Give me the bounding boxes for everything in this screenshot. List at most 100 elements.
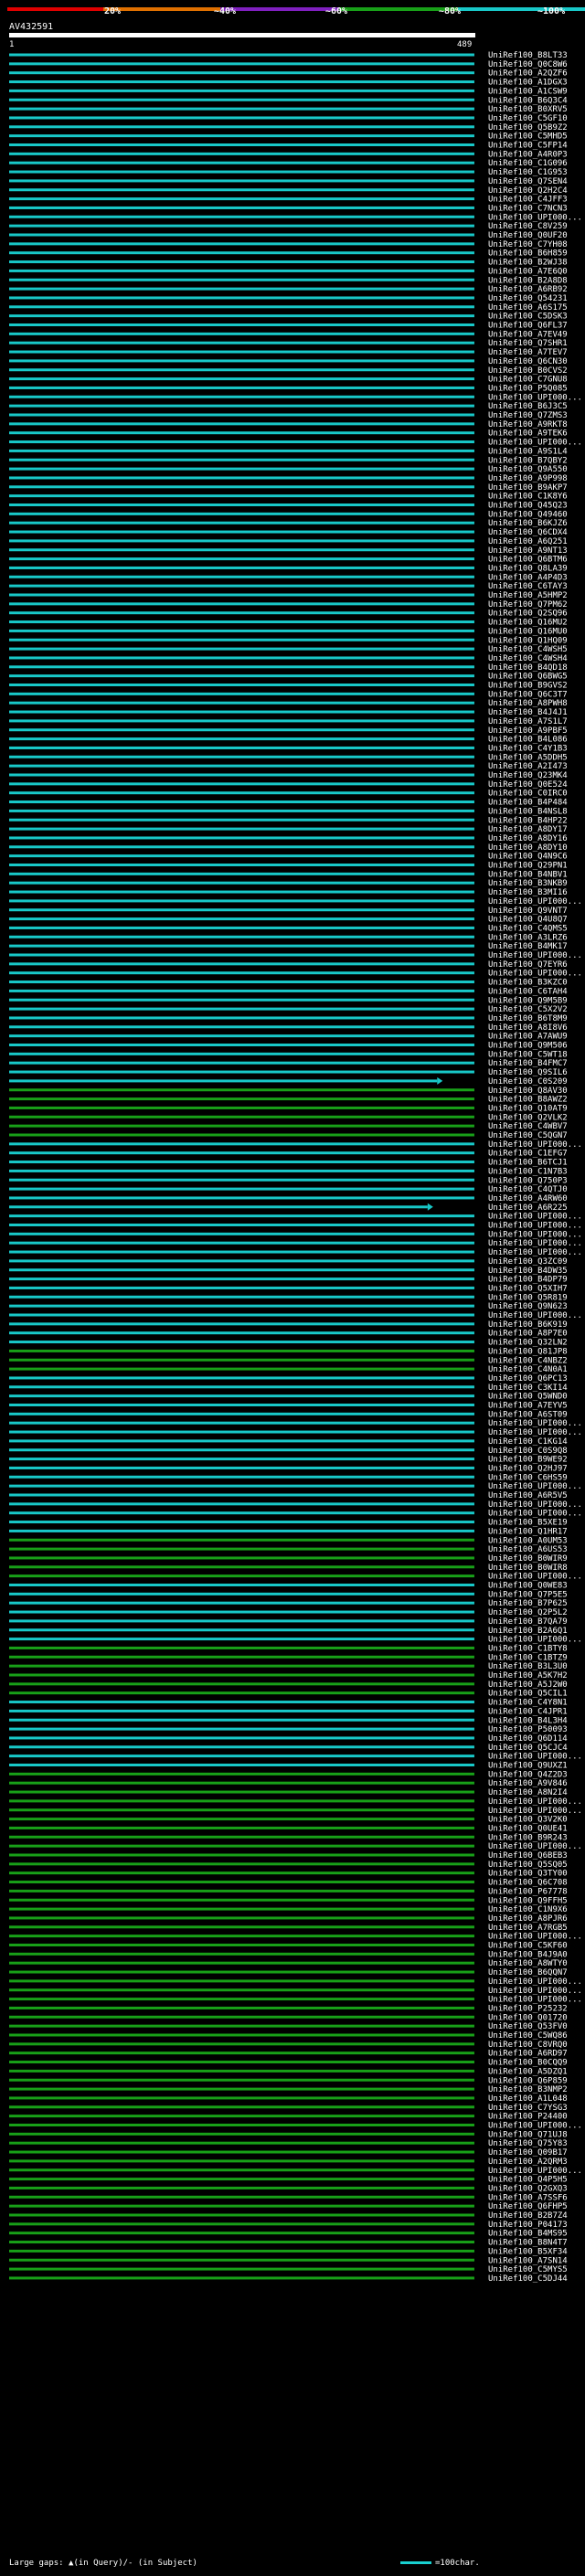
hit-label[interactable]: UniRef100_Q9M5B9	[488, 996, 568, 1005]
hit-label[interactable]: UniRef100_C4QTJ0	[488, 1185, 568, 1194]
hit-label[interactable]: UniRef100_Q7SEN4	[488, 177, 568, 186]
hit-label[interactable]: UniRef100_Q5R819	[488, 1293, 568, 1302]
hit-label[interactable]: UniRef100_Q4Z2D3	[488, 1770, 568, 1779]
hit-label[interactable]: UniRef100_C5DJ44	[488, 2274, 568, 2284]
hit-bar[interactable]	[9, 548, 474, 552]
hit-label[interactable]: UniRef100_C5MYS5	[488, 2265, 568, 2274]
hit-bar[interactable]	[9, 1322, 474, 1326]
hit-bar[interactable]	[9, 584, 474, 588]
hit-bar[interactable]	[9, 1025, 474, 1029]
hit-bar[interactable]	[9, 1935, 474, 1938]
hit-bar[interactable]	[9, 1376, 474, 1380]
hit-label[interactable]: UniRef100_A3LRZ6	[488, 933, 568, 942]
hit-label[interactable]: UniRef100_C1KG14	[488, 1437, 568, 1447]
hit-label[interactable]: UniRef100_P04173	[488, 2221, 568, 2230]
hit-bar[interactable]	[9, 1862, 474, 1866]
hit-bar[interactable]	[9, 530, 474, 534]
hit-bar[interactable]	[9, 1844, 474, 1848]
hit-label[interactable]: UniRef100_Q9M506	[488, 1042, 568, 1051]
hit-label[interactable]: UniRef100_B3KZC0	[488, 979, 568, 988]
hit-bar[interactable]	[9, 1430, 474, 1434]
hit-label[interactable]: UniRef100_C7NCN3	[488, 204, 568, 213]
hit-label[interactable]: UniRef100_UPI000...	[488, 1248, 582, 1257]
hit-bar[interactable]	[9, 485, 474, 489]
hit-bar[interactable]	[9, 1584, 474, 1586]
hit-label[interactable]: UniRef100_A8DY10	[488, 843, 568, 853]
hit-bar[interactable]	[9, 566, 474, 569]
hit-bar[interactable]	[9, 719, 474, 723]
hit-label[interactable]: UniRef100_B6K919	[488, 1320, 568, 1330]
hit-bar[interactable]	[9, 1592, 474, 1595]
hit-label[interactable]: UniRef100_Q9VNT7	[488, 906, 568, 916]
hit-bar[interactable]	[9, 1277, 474, 1281]
hit-label[interactable]: UniRef100_C1BTY8	[488, 1644, 568, 1653]
hit-bar[interactable]	[9, 1709, 474, 1712]
hit-label[interactable]: UniRef100_C4Y8N1	[488, 1699, 568, 1708]
hit-bar[interactable]	[9, 1295, 474, 1299]
hit-label[interactable]: UniRef100_A6S175	[488, 303, 568, 313]
hit-label[interactable]: UniRef100_B4MS95	[488, 2230, 568, 2239]
hit-bar[interactable]	[9, 2015, 474, 2019]
hit-bar[interactable]	[9, 1511, 474, 1515]
hit-label[interactable]: UniRef100_A8P7E0	[488, 1330, 568, 1339]
hit-label[interactable]: UniRef100_Q6CN30	[488, 357, 568, 366]
hit-label[interactable]: UniRef100_B0WIR9	[488, 1554, 568, 1564]
hit-label[interactable]: UniRef100_C4WSH4	[488, 654, 568, 663]
hit-bar[interactable]	[9, 2249, 474, 2253]
hit-bar[interactable]	[9, 1232, 474, 1235]
hit-label[interactable]: UniRef100_C7YSG3	[488, 2104, 568, 2113]
hit-label[interactable]: UniRef100_Q3V2K0	[488, 1816, 568, 1825]
hit-label[interactable]: UniRef100_B4J9A0	[488, 1950, 568, 1959]
hit-bar[interactable]	[9, 386, 474, 389]
hit-label[interactable]: UniRef100_A9PBF5	[488, 726, 568, 736]
hit-bar[interactable]	[9, 1268, 474, 1272]
hit-bar[interactable]	[9, 2258, 474, 2262]
hit-bar[interactable]	[9, 1628, 474, 1632]
hit-label[interactable]: UniRef100_Q09B17	[488, 2148, 568, 2157]
hit-label[interactable]: UniRef100_UPI000...	[488, 1239, 582, 1248]
hit-bar[interactable]	[9, 323, 474, 326]
hit-label[interactable]: UniRef100_C5QGN7	[488, 1131, 568, 1140]
hit-bar[interactable]	[9, 1097, 474, 1101]
hit-label[interactable]: UniRef100_Q54231	[488, 294, 568, 303]
hit-bar[interactable]	[9, 287, 474, 291]
hit-bar[interactable]	[9, 2096, 474, 2100]
hit-bar[interactable]	[9, 1313, 474, 1317]
hit-label[interactable]: UniRef100_Q6P859	[488, 2076, 568, 2085]
hit-label[interactable]: UniRef100_P50093	[488, 1725, 568, 1734]
hit-label[interactable]: UniRef100_Q3TY00	[488, 1870, 568, 1879]
hit-label[interactable]: UniRef100_A7E6Q0	[488, 267, 568, 276]
hit-label[interactable]: UniRef100_C5WT18	[488, 1050, 568, 1059]
hit-label[interactable]: UniRef100_C4N0A1	[488, 1365, 568, 1374]
hit-label[interactable]: UniRef100_UPI000...	[488, 897, 582, 906]
hit-bar[interactable]	[9, 224, 474, 228]
hit-bar[interactable]	[9, 368, 474, 372]
hit-label[interactable]: UniRef100_B6QQN7	[488, 1968, 568, 1977]
hit-bar[interactable]	[9, 1664, 474, 1668]
hit-label[interactable]: UniRef100_Q8LA39	[488, 564, 568, 573]
hit-bar[interactable]	[9, 305, 474, 309]
hit-label[interactable]: UniRef100_Q9FFH5	[488, 1896, 568, 1905]
hit-bar[interactable]	[9, 71, 474, 75]
hit-label[interactable]: UniRef100_B7QBY2	[488, 456, 568, 465]
hit-bar[interactable]	[9, 1187, 474, 1191]
hit-label[interactable]: UniRef100_C1K8Y6	[488, 493, 568, 502]
hit-label[interactable]: UniRef100_P24400	[488, 2113, 568, 2122]
hit-label[interactable]: UniRef100_B4L3H4	[488, 1716, 568, 1725]
hit-label[interactable]: UniRef100_A4R0P3	[488, 150, 568, 159]
hit-bar[interactable]	[9, 1484, 474, 1488]
hit-bar[interactable]	[9, 2069, 474, 2072]
hit-bar[interactable]	[9, 908, 474, 912]
hit-label[interactable]: UniRef100_UPI000...	[488, 1933, 582, 1942]
hit-bar[interactable]	[9, 1808, 474, 1812]
hit-bar[interactable]	[9, 89, 474, 92]
hit-label[interactable]: UniRef100_Q6PC13	[488, 1374, 568, 1383]
hit-label[interactable]: UniRef100_B3NMP2	[488, 2085, 568, 2094]
hit-bar[interactable]	[9, 467, 474, 471]
hit-label[interactable]: UniRef100_UPI000...	[488, 1842, 582, 1851]
hit-label[interactable]: UniRef100_Q5CJC4	[488, 1744, 568, 1753]
hit-bar[interactable]	[9, 1394, 474, 1398]
hit-bar[interactable]	[9, 2222, 474, 2226]
hit-bar[interactable]	[9, 1061, 474, 1065]
hit-bar[interactable]	[9, 764, 474, 768]
